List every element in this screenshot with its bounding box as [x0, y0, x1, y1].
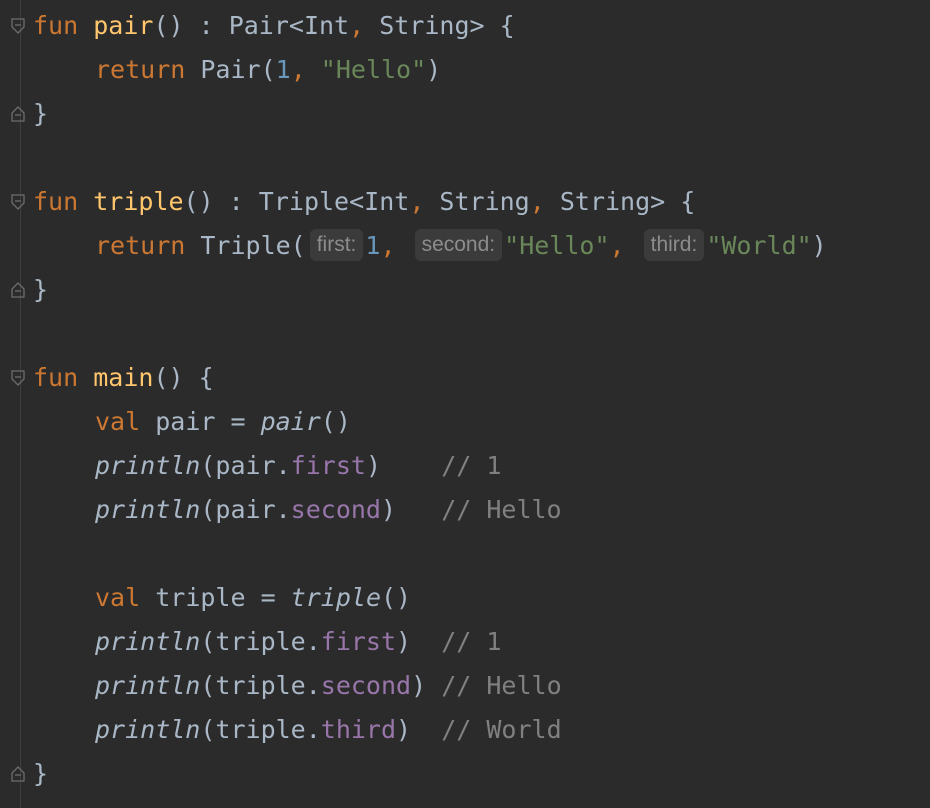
- function-name-token: triple: [93, 187, 184, 216]
- property-token: first: [290, 451, 366, 480]
- number-literal: 1: [365, 231, 381, 260]
- code-token: ): [426, 55, 442, 84]
- code-line[interactable]: }: [33, 268, 48, 312]
- code-token: (pair.: [200, 495, 291, 524]
- function-call-token: println: [95, 715, 201, 744]
- parameter-hint-third: third:: [643, 229, 705, 261]
- code-token: }: [33, 759, 49, 788]
- code-line[interactable]: fun main() {: [33, 356, 214, 400]
- comment-token: // World: [411, 715, 562, 744]
- code-token: ): [365, 451, 381, 480]
- keyword-token: ,: [409, 187, 440, 216]
- code-token: pair =: [155, 407, 261, 436]
- keyword-token: fun: [33, 363, 94, 392]
- code-line[interactable]: val triple = triple(): [33, 576, 411, 620]
- code-token: () : Pair<Int: [153, 11, 350, 40]
- code-token: (): [381, 583, 412, 612]
- property-token: first: [320, 627, 397, 656]
- number-literal: 1: [275, 55, 291, 84]
- code-line[interactable]: println(pair.first) // 1: [33, 444, 501, 488]
- keyword-token: fun: [33, 11, 94, 40]
- comment-token: // 1: [411, 627, 502, 656]
- code-line[interactable]: return Pair(1, "Hello"): [33, 48, 441, 92]
- code-token: (triple.: [200, 627, 321, 656]
- code-area[interactable]: fun pair() : Pair<Int, String> { return …: [0, 0, 930, 808]
- property-token: second: [320, 671, 412, 700]
- code-token: triple =: [155, 583, 291, 612]
- code-token: Triple(: [200, 231, 306, 260]
- code-line[interactable]: fun triple() : Triple<Int, String, Strin…: [33, 180, 695, 224]
- function-call-token: println: [95, 495, 201, 524]
- code-token: (): [320, 407, 351, 436]
- code-line[interactable]: fun pair() : Pair<Int, String> {: [33, 4, 515, 48]
- keyword-token: val: [95, 583, 156, 612]
- code-token: (pair.: [200, 451, 291, 480]
- code-line[interactable]: println(triple.second) // Hello: [33, 664, 562, 708]
- comma-token: ,: [380, 231, 396, 260]
- code-line[interactable]: println(triple.third) // World: [33, 708, 562, 752]
- function-call-token: triple: [290, 583, 381, 612]
- code-line[interactable]: }: [33, 752, 48, 796]
- string-literal: "World": [706, 231, 812, 260]
- code-line[interactable]: println(triple.first) // 1: [33, 620, 501, 664]
- code-line-triple-call[interactable]: return Triple(first: 1, second: "Hello", t…: [33, 224, 827, 268]
- function-call-token: println: [95, 451, 201, 480]
- code-token: ): [396, 627, 412, 656]
- code-token: () {: [153, 363, 214, 392]
- function-call-token: pair: [260, 407, 321, 436]
- code-editor[interactable]: fun pair() : Pair<Int, String> { return …: [0, 0, 930, 808]
- code-token: () : Triple<Int: [183, 187, 410, 216]
- keyword-token: return: [95, 231, 201, 260]
- keyword-token: fun: [33, 187, 94, 216]
- comma-token: ,: [609, 231, 625, 260]
- property-token: third: [320, 715, 397, 744]
- string-literal: "Hello": [320, 55, 427, 84]
- property-token: second: [290, 495, 381, 524]
- comment-token: // Hello: [426, 671, 562, 700]
- function-call-token: println: [95, 671, 201, 700]
- code-token: String: [439, 187, 530, 216]
- code-line[interactable]: val pair = pair(): [33, 400, 351, 444]
- code-token: ): [411, 671, 427, 700]
- string-literal: "Hello": [504, 231, 610, 260]
- keyword-token: ,: [349, 11, 380, 40]
- parameter-hint-second: second:: [414, 229, 503, 261]
- function-name-token: pair: [93, 11, 154, 40]
- code-line[interactable]: println(pair.second) // Hello: [33, 488, 562, 532]
- code-token: String> {: [559, 187, 696, 216]
- function-name-token: main: [93, 363, 154, 392]
- code-token: Pair(: [200, 55, 276, 84]
- function-call-token: println: [95, 627, 201, 656]
- comment-token: // Hello: [396, 495, 562, 524]
- close-paren-token: ): [811, 231, 827, 260]
- code-token: }: [33, 275, 49, 304]
- code-token: String> {: [379, 11, 515, 40]
- code-token: ): [396, 715, 412, 744]
- code-token: }: [33, 99, 49, 128]
- code-token: (triple.: [200, 671, 321, 700]
- keyword-token: val: [95, 407, 156, 436]
- code-token: (triple.: [200, 715, 321, 744]
- keyword-token: return: [95, 55, 201, 84]
- code-line[interactable]: }: [33, 92, 48, 136]
- keyword-token: ,: [290, 55, 321, 84]
- keyword-token: ,: [529, 187, 560, 216]
- comment-token: // 1: [381, 451, 502, 480]
- code-token: ): [380, 495, 397, 524]
- parameter-hint-first: first:: [309, 229, 364, 261]
